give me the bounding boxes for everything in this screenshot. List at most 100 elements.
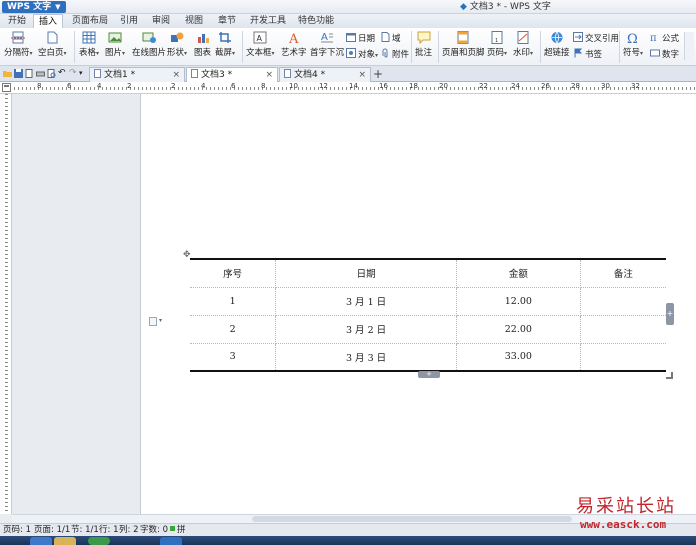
number-button[interactable]: 数字 (650, 48, 679, 61)
table-cell[interactable] (579, 287, 666, 316)
dropcap-button[interactable]: A 首字下沉 (310, 31, 344, 58)
symbol-button[interactable]: Ω 符号▾ (623, 31, 643, 58)
tab-page-layout[interactable]: 页面布局 (67, 14, 113, 28)
status-words: 字数: 0 (140, 525, 168, 535)
blank-page-button[interactable]: 空白页▾ (38, 31, 67, 58)
page-number-button[interactable]: 1 页码▾ (487, 31, 507, 58)
table-resize-handle[interactable] (666, 372, 673, 379)
doc-tab[interactable]: 文档1 * × (89, 67, 185, 82)
calendar-icon (346, 33, 356, 42)
doc-tab[interactable]: 文档4 * × (279, 67, 371, 82)
tab-developer[interactable]: 开发工具 (245, 14, 291, 28)
chevron-down-icon[interactable]: ▾ (159, 317, 162, 324)
table-header-cell[interactable]: 备注 (579, 258, 666, 288)
status-column: 列: 2 (119, 525, 139, 535)
table-cell[interactable]: 2 (190, 315, 277, 344)
close-icon[interactable]: × (358, 68, 366, 82)
scrollbar-thumb[interactable] (252, 516, 572, 522)
explorer-taskbar-icon[interactable] (54, 537, 76, 545)
shape-button[interactable]: 形状▾ (167, 31, 187, 58)
shape-icon (171, 32, 184, 42)
wps-taskbar-icon[interactable] (160, 537, 182, 545)
document-table[interactable]: 序号 日期 金额 备注 1 3 月 1 日 12.00 2 3 月 2 日 22… (190, 258, 666, 372)
hyperlink-icon (551, 31, 563, 44)
watermark-label: 水印 (513, 48, 531, 58)
table-cell[interactable]: 22.00 (455, 315, 581, 344)
table-cell[interactable] (579, 315, 666, 344)
vertical-ruler[interactable] (0, 94, 12, 514)
table-cell[interactable]: 3 月 2 日 (275, 315, 457, 344)
wordart-icon: A (288, 32, 299, 44)
close-icon[interactable]: × (172, 68, 180, 82)
browser-taskbar-icon[interactable] (88, 537, 110, 545)
table-cell[interactable]: 3 (190, 343, 277, 372)
tab-review[interactable]: 审阅 (147, 14, 175, 28)
table-cell[interactable]: 12.00 (455, 287, 581, 316)
row-marker-icon[interactable] (149, 317, 157, 326)
tab-chapter[interactable]: 章节 (213, 14, 241, 28)
table-cell[interactable]: 3 月 1 日 (275, 287, 457, 316)
comment-icon (417, 31, 430, 44)
quick-access-more-icon[interactable]: ▾ (79, 69, 88, 78)
attachment-button[interactable]: 附件 (380, 48, 409, 61)
date-button[interactable]: 日期 (346, 32, 375, 45)
table-header-cell[interactable]: 日期 (275, 258, 457, 288)
table-cell[interactable] (579, 343, 666, 372)
screenshot-button[interactable]: 截屏▾ (215, 31, 235, 58)
tab-insert[interactable]: 插入 (33, 14, 64, 28)
textbox-button[interactable]: A 文本框▾ (246, 31, 275, 58)
tab-home[interactable]: 开始 (3, 14, 31, 28)
pi-icon: π (650, 33, 657, 42)
table-cell[interactable]: 33.00 (455, 343, 581, 372)
online-picture-button[interactable]: 在线图片 (132, 31, 166, 58)
bookmark-button[interactable]: 书签 (573, 48, 602, 61)
wordart-button[interactable]: A 艺术字 (281, 31, 307, 58)
chart-button[interactable]: 图表 (194, 31, 211, 58)
table-cell[interactable]: 3 月 3 日 (275, 343, 457, 372)
ribbon-separator (242, 31, 243, 63)
formula-button[interactable]: π 公式 (650, 32, 679, 45)
watermark-button[interactable]: 水印▾ (513, 31, 533, 58)
hyperlink-label: 超链接 (544, 48, 570, 58)
open-folder-icon[interactable] (3, 69, 12, 78)
page-break-button[interactable]: 分隔符▾ (4, 31, 33, 58)
page-break-label: 分隔符 (4, 48, 30, 58)
table-header-cell[interactable]: 序号 (190, 258, 277, 288)
hyperlink-button[interactable]: 超链接 (544, 31, 570, 58)
add-column-handle[interactable]: + (666, 303, 674, 325)
redo-icon[interactable]: ↷ (69, 69, 78, 78)
tab-view[interactable]: 视图 (180, 14, 208, 28)
field-button[interactable]: 域 (380, 32, 401, 45)
ribbon-separator (411, 31, 412, 63)
add-row-handle[interactable]: + (418, 371, 440, 378)
tab-features[interactable]: 特色功能 (293, 14, 339, 28)
window-title-text: 文档3 * - WPS 文字 (469, 2, 551, 12)
doc-tab-active[interactable]: 文档3 * × (186, 67, 278, 82)
table-cell[interactable]: 1 (190, 287, 277, 316)
close-icon[interactable]: × (265, 68, 273, 82)
print-icon[interactable] (36, 69, 45, 78)
ruler-toggle-icon[interactable] (2, 83, 11, 92)
header-footer-button[interactable]: 页眉和页脚 (442, 31, 485, 58)
picture-button[interactable]: 图片▾ (105, 31, 125, 58)
horizontal-ruler[interactable]: 8 6 4 2 2 4 6 8 10 12 14 16 18 20 22 24 … (0, 82, 696, 94)
save-icon[interactable] (14, 69, 23, 78)
table-icon (82, 31, 96, 44)
table-header-cell[interactable]: 金额 (455, 258, 581, 288)
comment-button[interactable]: 批注 (415, 31, 432, 58)
spellcheck-toggle[interactable]: 拼写检查 (170, 524, 186, 545)
table-button[interactable]: 表格▾ (79, 31, 99, 58)
object-button[interactable]: 对象▾ (346, 48, 378, 61)
tab-references[interactable]: 引用 (115, 14, 143, 28)
header-footer-icon (457, 31, 469, 44)
print-preview-icon[interactable] (25, 69, 34, 78)
preview-icon[interactable] (47, 69, 56, 78)
app-menu-button[interactable]: WPS 文字 ▼ (2, 1, 66, 13)
picture-icon (108, 32, 122, 43)
cross-reference-button[interactable]: 交叉引用 (573, 32, 619, 45)
ribbon-more-button[interactable] (684, 32, 694, 60)
undo-icon[interactable]: ↶ (58, 69, 67, 78)
start-icon[interactable] (30, 537, 52, 545)
new-tab-button[interactable]: + (373, 67, 383, 81)
cross-reference-icon (573, 32, 583, 42)
